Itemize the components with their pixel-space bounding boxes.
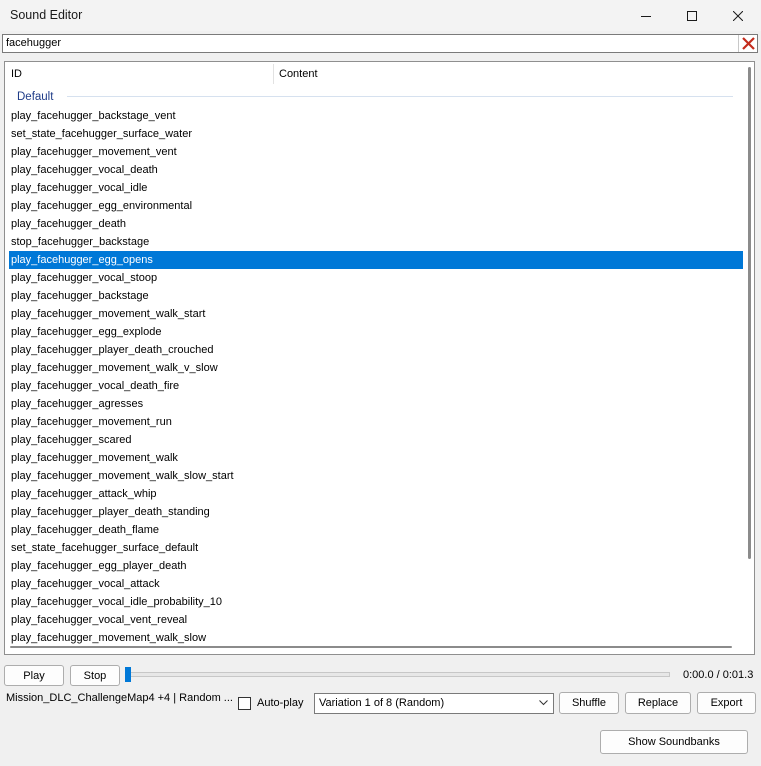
- chevron-down-icon: [539, 700, 548, 706]
- list-item[interactable]: play_facehugger_attack_whip: [5, 485, 745, 503]
- minimize-icon: [641, 15, 651, 17]
- shuffle-button[interactable]: Shuffle: [559, 692, 619, 714]
- column-header-id[interactable]: ID: [5, 62, 22, 86]
- stop-button[interactable]: Stop: [70, 665, 120, 686]
- window-title: Sound Editor: [10, 8, 83, 22]
- playback-time: 0:00.0 / 0:01.3: [683, 669, 754, 681]
- list-item[interactable]: stop_facehugger_backstage: [5, 233, 745, 251]
- maximize-button[interactable]: [669, 0, 715, 31]
- autoplay-checkbox[interactable]: [238, 697, 251, 710]
- list-item[interactable]: play_facehugger_vocal_vent_reveal: [5, 611, 745, 629]
- vertical-scroll-thumb[interactable]: [748, 67, 751, 559]
- list-item[interactable]: play_facehugger_scared: [5, 431, 745, 449]
- list-item[interactable]: play_facehugger_vocal_attack: [5, 575, 745, 593]
- list-header: ID Content: [5, 62, 754, 86]
- play-button[interactable]: Play: [4, 665, 64, 686]
- maximize-icon: [687, 10, 697, 21]
- list-item[interactable]: play_facehugger_movement_walk_start: [5, 305, 745, 323]
- sound-list[interactable]: ID Content Default play_facehugger_backs…: [4, 61, 755, 655]
- replace-button[interactable]: Replace: [625, 692, 691, 714]
- horizontal-scrollbar[interactable]: [10, 642, 745, 652]
- list-item[interactable]: set_state_facehugger_surface_default: [5, 539, 745, 557]
- list-item[interactable]: play_facehugger_movement_walk: [5, 449, 745, 467]
- clear-search-button[interactable]: [738, 35, 757, 52]
- list-item[interactable]: play_facehugger_vocal_idle: [5, 179, 745, 197]
- list-item[interactable]: play_facehugger_movement_walk_v_slow: [5, 359, 745, 377]
- search-input[interactable]: [3, 35, 736, 52]
- group-header-default[interactable]: Default: [17, 89, 53, 105]
- export-button[interactable]: Export: [697, 692, 756, 714]
- autoplay-label[interactable]: Auto-play: [257, 697, 303, 709]
- list-item[interactable]: play_facehugger_egg_explode: [5, 323, 745, 341]
- list-item[interactable]: play_facehugger_vocal_death: [5, 161, 745, 179]
- list-item[interactable]: play_facehugger_vocal_stoop: [5, 269, 745, 287]
- search-box: [2, 34, 758, 53]
- title-bar: Sound Editor: [0, 0, 761, 31]
- list-item[interactable]: play_facehugger_player_death_standing: [5, 503, 745, 521]
- show-soundbanks-button[interactable]: Show Soundbanks: [600, 730, 748, 754]
- group-divider: [67, 96, 733, 97]
- status-text: Mission_DLC_ChallengeMap4 +4 | Random ..…: [6, 692, 233, 704]
- list-item[interactable]: play_facehugger_agresses: [5, 395, 745, 413]
- variation-selected-value: Variation 1 of 8 (Random): [319, 697, 445, 709]
- list-item[interactable]: play_facehugger_backstage: [5, 287, 745, 305]
- list-item[interactable]: play_facehugger_movement_vent: [5, 143, 745, 161]
- playback-slider[interactable]: [127, 672, 670, 677]
- list-item[interactable]: play_facehugger_movement_run: [5, 413, 745, 431]
- playback-slider-thumb[interactable]: [125, 667, 131, 682]
- list-rows: play_facehugger_backstage_vent set_state_…: [5, 107, 745, 647]
- column-header-content[interactable]: Content: [273, 62, 318, 86]
- list-item[interactable]: play_facehugger_vocal_idle_probability_1…: [5, 593, 745, 611]
- horizontal-scroll-thumb[interactable]: [10, 646, 732, 648]
- minimize-button[interactable]: [623, 0, 669, 31]
- list-item[interactable]: play_facehugger_backstage_vent: [5, 107, 745, 125]
- list-item[interactable]: play_facehugger_egg_environmental: [5, 197, 745, 215]
- list-item[interactable]: play_facehugger_death: [5, 215, 745, 233]
- list-item[interactable]: set_state_facehugger_surface_water: [5, 125, 745, 143]
- list-item[interactable]: play_facehugger_egg_player_death: [5, 557, 745, 575]
- list-item[interactable]: play_facehugger_death_flame: [5, 521, 745, 539]
- variation-select[interactable]: Variation 1 of 8 (Random): [314, 693, 554, 714]
- close-icon: [733, 10, 743, 21]
- clear-x-icon: [741, 37, 755, 50]
- list-item-selected[interactable]: play_facehugger_egg_opens: [9, 251, 743, 269]
- list-item[interactable]: play_facehugger_player_death_crouched: [5, 341, 745, 359]
- close-button[interactable]: [715, 0, 761, 31]
- list-item[interactable]: play_facehugger_movement_walk_slow_start: [5, 467, 745, 485]
- list-item[interactable]: play_facehugger_vocal_death_fire: [5, 377, 745, 395]
- vertical-scrollbar[interactable]: [745, 67, 754, 642]
